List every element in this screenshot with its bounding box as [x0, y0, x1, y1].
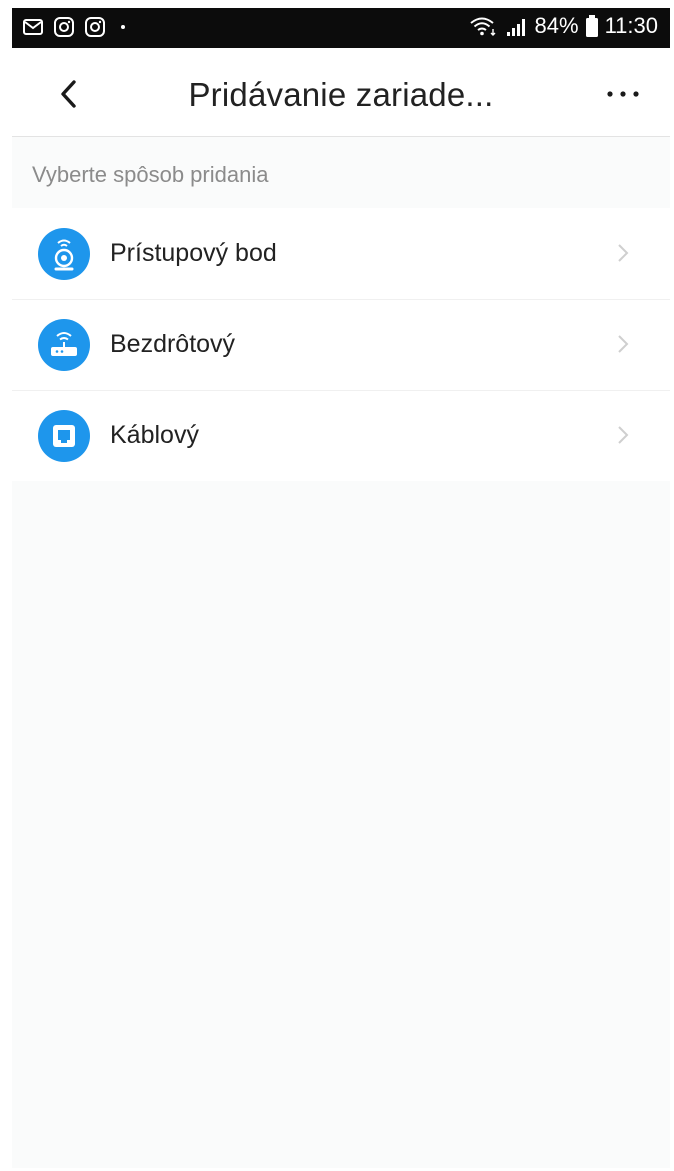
camera-wifi-icon: [38, 228, 90, 280]
status-bar: 84% 11:30: [12, 8, 670, 48]
app-screen: 84% 11:30 Pridávanie zariade... Vyberte …: [12, 8, 670, 1168]
option-label: Káblový: [110, 421, 199, 449]
option-wireless[interactable]: Bezdrôtový: [12, 299, 670, 390]
more-options-button[interactable]: [598, 74, 648, 114]
more-horizontal-icon: [607, 91, 639, 97]
instagram-icon: [54, 17, 74, 37]
system-status: 84% 11:30: [469, 13, 658, 39]
ethernet-port-icon: [38, 410, 90, 462]
option-wired[interactable]: Káblový: [12, 390, 670, 481]
gmail-icon: [23, 19, 43, 35]
option-label: Bezdrôtový: [110, 330, 236, 358]
router-wifi-icon: [38, 319, 90, 371]
add-method-list: Prístupový bod Bezdrôtový Káblový: [12, 208, 670, 481]
chevron-right-icon: [618, 426, 629, 444]
battery-percent: 84%: [534, 13, 579, 38]
page-title: Pridávanie zariade...: [188, 76, 494, 113]
notification-icons: [22, 16, 125, 38]
chevron-right-icon: [618, 244, 629, 262]
clock-time: 11:30: [604, 13, 658, 38]
battery-icon: [585, 15, 598, 37]
option-label: Prístupový bod: [110, 239, 277, 267]
signal-icon: [506, 19, 525, 36]
notification-dot: [121, 25, 125, 29]
section-label: Vyberte spôsob pridania: [32, 162, 269, 187]
nav-bar: Pridávanie zariade...: [12, 48, 670, 137]
wifi-icon: [469, 17, 496, 36]
chevron-right-icon: [618, 335, 629, 353]
option-access-point[interactable]: Prístupový bod: [12, 208, 670, 299]
instagram-icon: [85, 17, 105, 37]
